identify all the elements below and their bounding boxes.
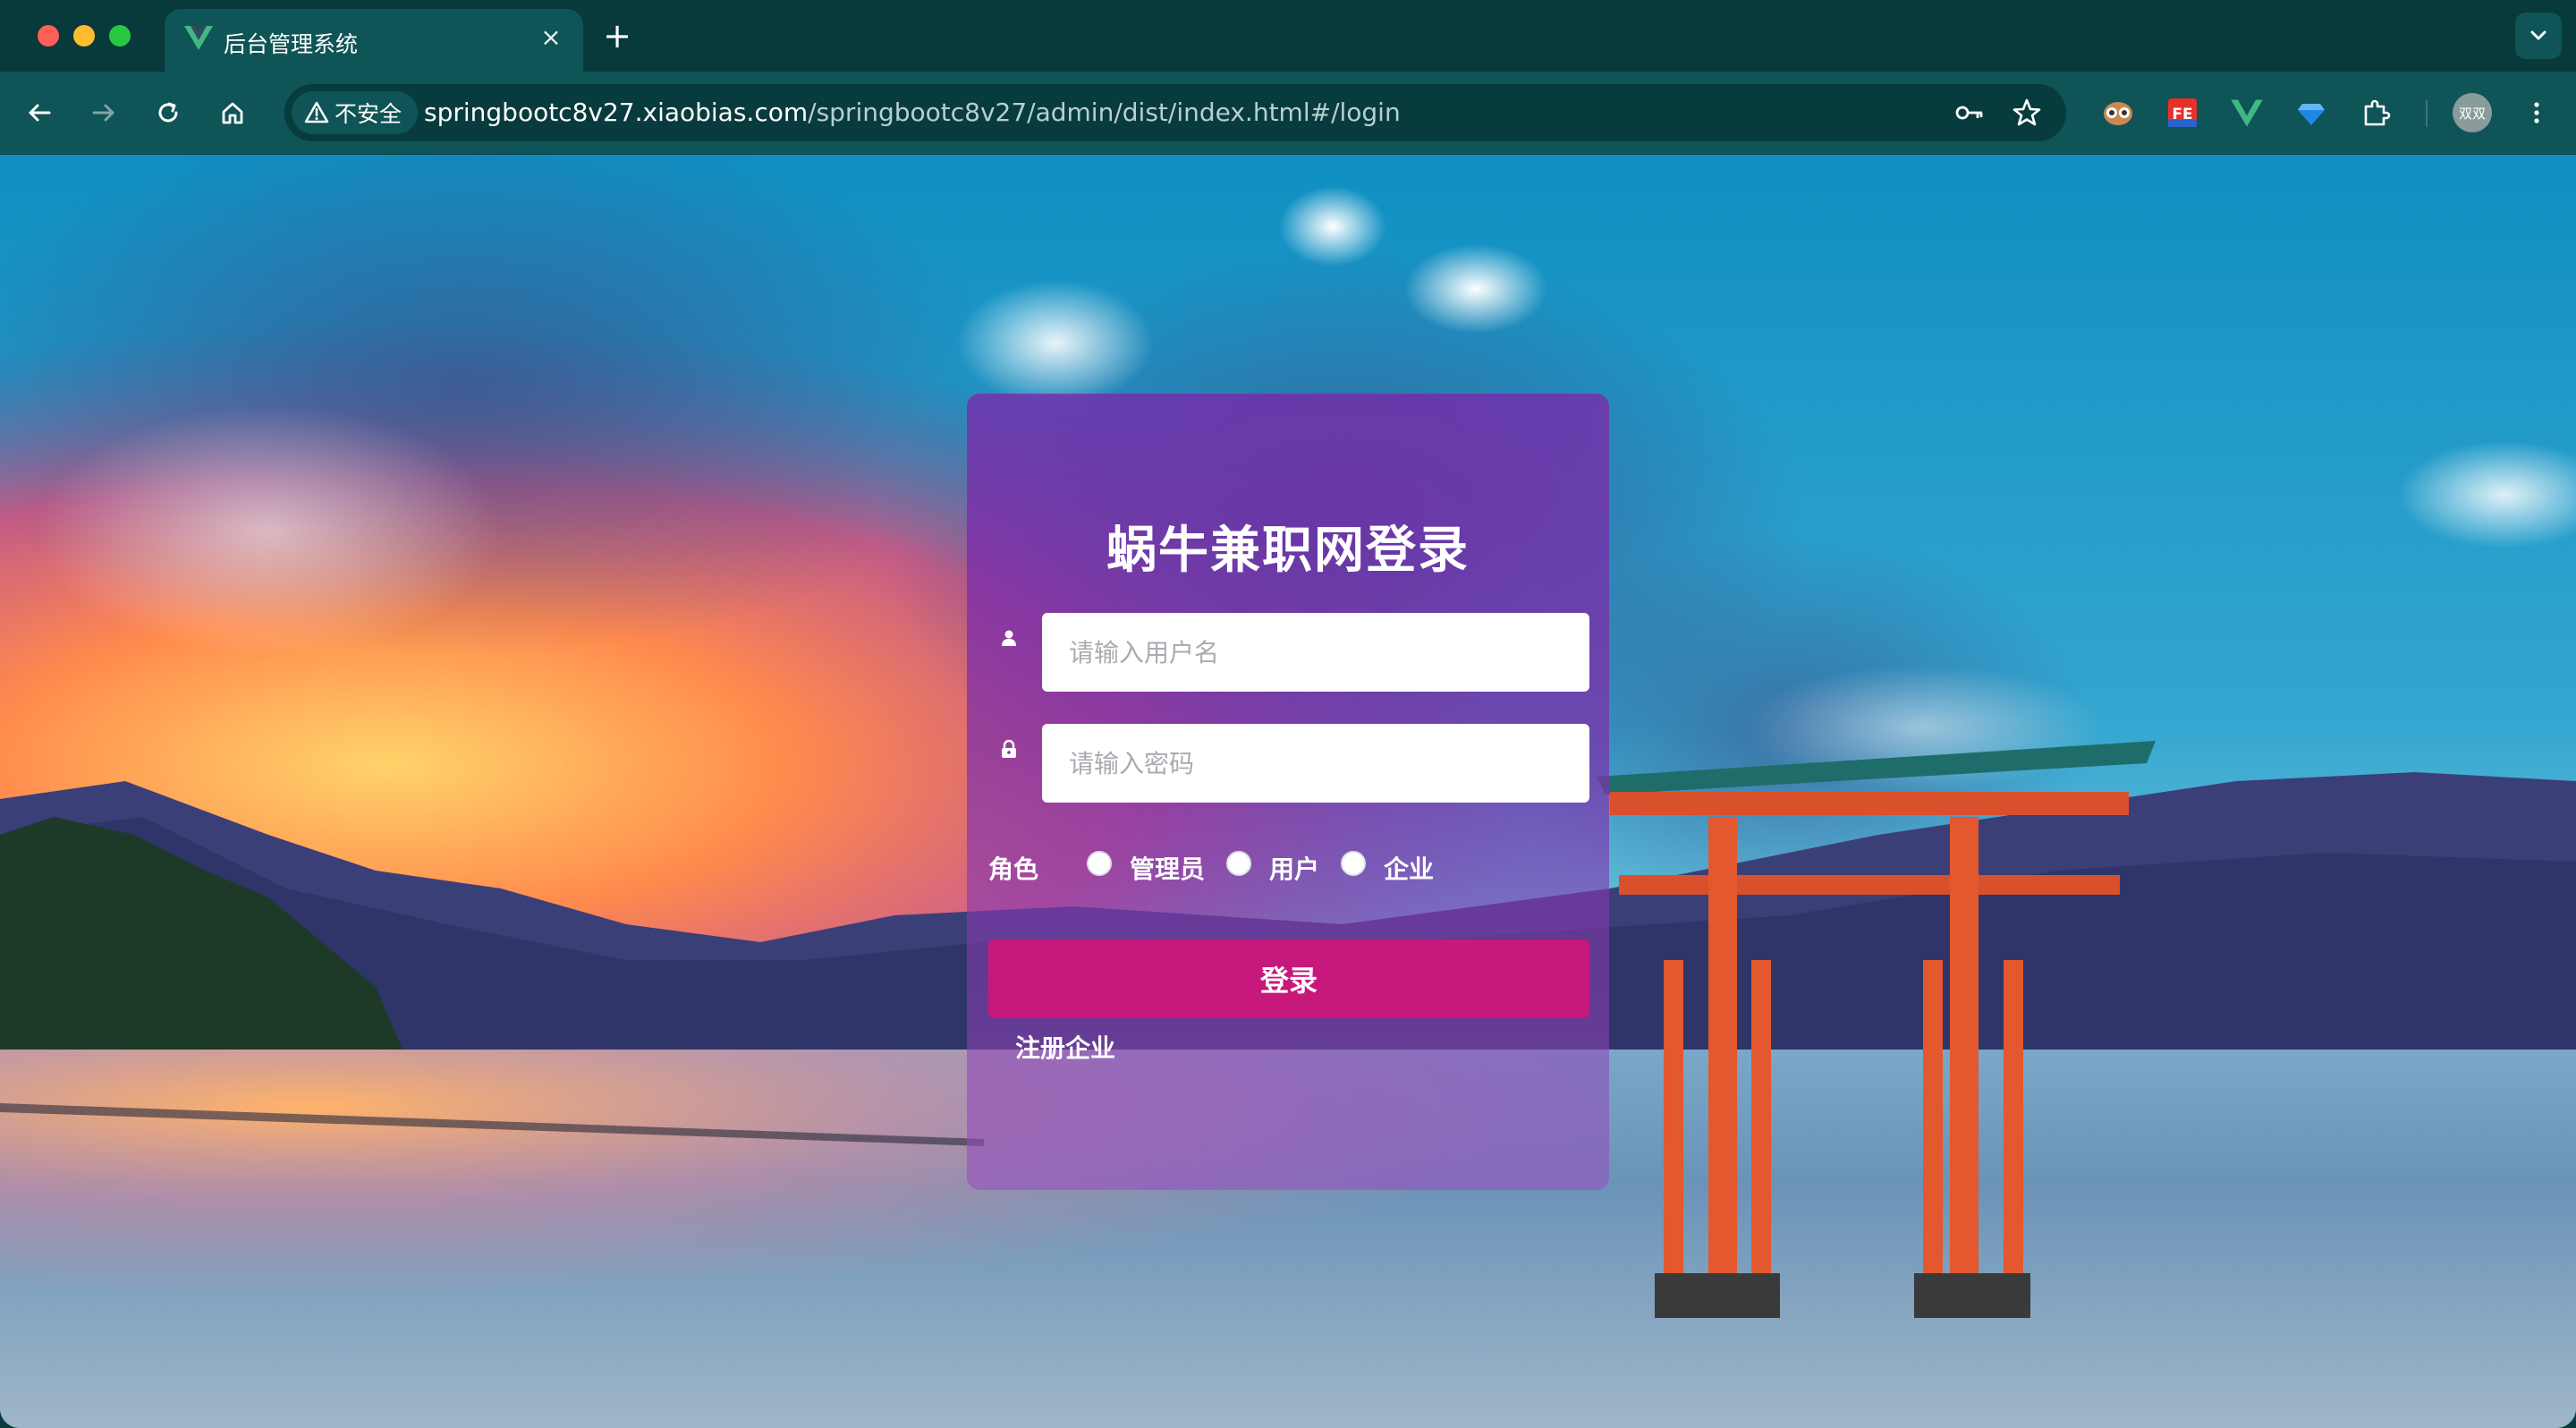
password-manager-button[interactable] [1953, 97, 1986, 129]
maximize-window-button[interactable] [109, 25, 131, 47]
new-tab-button[interactable]: + [599, 16, 635, 55]
forward-icon [92, 104, 114, 122]
browser-toolbar: 不安全 springbootc8v27.xiaobias.com/springb… [0, 72, 2576, 155]
reload-icon [158, 102, 178, 123]
password-input[interactable] [1042, 724, 1589, 803]
role-radio-label-company[interactable]: 企业 [1384, 850, 1434, 886]
puzzle-icon [2364, 99, 2391, 126]
reload-button[interactable] [148, 93, 188, 132]
login-card: 蜗牛兼职网登录 角色 管理员 用户 企业 登录 注册企业 [967, 394, 1609, 1190]
role-radio-company[interactable] [1341, 851, 1366, 876]
profile-avatar[interactable]: 双双 [2453, 93, 2492, 132]
lock-icon [1002, 739, 1016, 758]
back-button[interactable] [20, 93, 59, 132]
url-text[interactable]: springbootc8v27.xiaobias.com/springbootc… [424, 98, 1401, 127]
user-icon [1002, 630, 1016, 646]
chevron-down-icon [2530, 30, 2546, 40]
extension-owl-button[interactable] [2097, 91, 2140, 134]
fe-helper-label: FE [2172, 106, 2192, 123]
fe-helper-icon: FE [2168, 98, 2197, 127]
site-security-chip[interactable]: 不安全 [292, 91, 419, 134]
extension-gem-button[interactable] [2290, 91, 2333, 134]
register-company-link[interactable]: 注册企业 [1015, 1029, 1115, 1065]
menu-dots-icon [2534, 102, 2539, 123]
vue-logo-icon [2231, 99, 2263, 127]
minimize-window-button[interactable] [73, 25, 95, 47]
tab-strip: 后台管理系统 × + [0, 0, 2576, 72]
page-viewport: 蜗牛兼职网登录 角色 管理员 用户 企业 登录 注册企业 [0, 155, 2576, 1428]
tab-close-button[interactable]: × [537, 21, 565, 54]
role-radio-label-user[interactable]: 用户 [1269, 850, 1319, 886]
extensions-button[interactable] [2354, 91, 2397, 134]
vue-logo-icon [184, 26, 213, 50]
login-button[interactable]: 登录 [988, 939, 1589, 1018]
key-icon [1955, 106, 1983, 120]
gem-icon [2298, 104, 2325, 125]
home-button[interactable] [213, 93, 252, 132]
extension-fe-button[interactable]: FE [2161, 91, 2204, 134]
home-icon [222, 102, 243, 124]
owl-icon [2104, 102, 2132, 125]
bookmark-button[interactable] [2011, 97, 2043, 129]
address-bar[interactable]: 不安全 springbootc8v27.xiaobias.com/springb… [284, 84, 2066, 141]
security-label: 不安全 [335, 101, 402, 127]
role-radio-label-admin[interactable]: 管理员 [1130, 850, 1205, 886]
role-radio-admin[interactable] [1087, 851, 1112, 876]
username-input[interactable] [1042, 613, 1589, 692]
url-path: /springbootc8v27/admin/dist/index.html#/… [808, 98, 1401, 127]
star-icon [2012, 98, 2041, 126]
back-icon [29, 104, 51, 122]
warning-icon [304, 101, 329, 123]
extension-vue-devtools-button[interactable] [2225, 91, 2268, 134]
role-label: 角色 [988, 854, 1039, 884]
close-window-button[interactable] [38, 25, 59, 47]
url-host: springbootc8v27.xiaobias.com [424, 98, 809, 127]
browser-tab-active[interactable]: 后台管理系统 × [165, 9, 583, 72]
browser-window: 后台管理系统 × + 不安全 springbootc8v27.xiaobias.… [0, 0, 2576, 1428]
role-radio-user[interactable] [1226, 851, 1251, 876]
forward-button[interactable] [84, 93, 123, 132]
tab-search-button[interactable] [2515, 13, 2562, 59]
toolbar-divider [2426, 100, 2428, 127]
browser-menu-button[interactable] [2517, 93, 2556, 132]
tab-title: 后台管理系统 [224, 31, 359, 57]
login-title: 蜗牛兼职网登录 [1106, 522, 1470, 580]
